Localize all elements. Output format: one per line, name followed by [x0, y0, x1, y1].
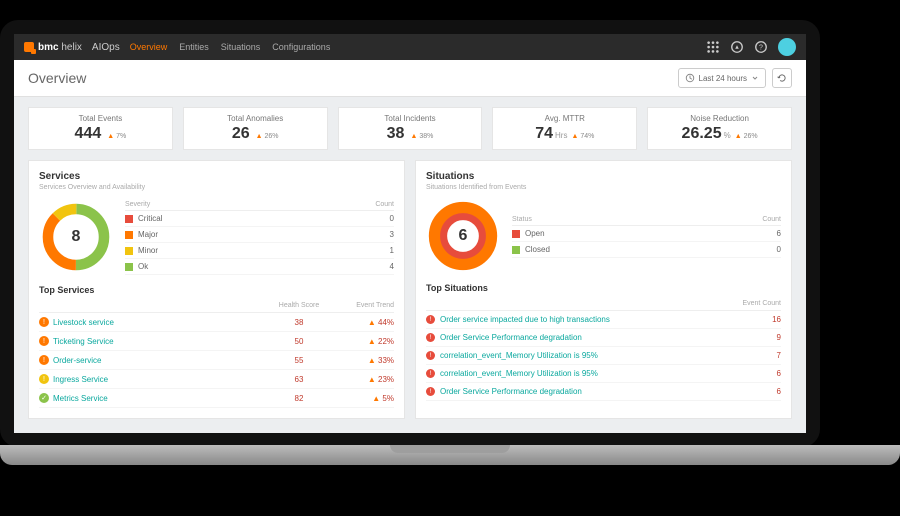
kpi-label: Noise Reduction [652, 114, 787, 123]
kpi-card: Noise Reduction 26.25%▲ 26% [647, 107, 792, 150]
help-icon[interactable]: ? [754, 40, 768, 54]
legend-row: Major3 [125, 227, 394, 243]
services-donut: 8 [39, 200, 113, 274]
kpi-card: Total Anomalies 26 ▲ 26% [183, 107, 328, 150]
apps-icon[interactable] [706, 40, 720, 54]
kpi-value: 26.25 [682, 125, 722, 143]
page-header: Overview Last 24 hours [14, 60, 806, 97]
user-avatar[interactable] [778, 38, 796, 56]
status-icon: ! [39, 374, 49, 384]
top-situations-title: Top Situations [426, 283, 781, 293]
status-icon: ✓ [39, 393, 49, 403]
legend-row: Closed0 [512, 242, 781, 258]
brand-text-2: helix [61, 42, 82, 53]
service-row[interactable]: !Ingress Service63▲ 23% [39, 370, 394, 389]
clock-icon [685, 73, 695, 83]
service-row[interactable]: !Ticketing Service50▲ 22% [39, 332, 394, 351]
top-services-title: Top Services [39, 285, 394, 295]
kpi-value: 38 [387, 125, 405, 143]
compass-icon[interactable] [730, 40, 744, 54]
kpi-label: Avg. MTTR [497, 114, 632, 123]
svg-text:?: ? [759, 45, 763, 52]
situations-panel: Situations Situations Identified from Ev… [415, 160, 792, 419]
situation-row[interactable]: !correlation_event_Memory Utilization is… [426, 347, 781, 365]
nav-tab-situations[interactable]: Situations [221, 42, 261, 52]
brand-logo: bmc helix [24, 42, 82, 53]
kpi-value: 444 [75, 125, 102, 143]
alert-icon: ! [426, 387, 435, 396]
status-icon: ! [39, 336, 49, 346]
kpi-value: 74 [535, 125, 553, 143]
legend-row: Open6 [512, 226, 781, 242]
kpi-label: Total Anomalies [188, 114, 323, 123]
services-donut-value: 8 [39, 200, 113, 274]
services-subtitle: Services Overview and Availability [39, 184, 394, 191]
nav-tabs: Overview Entities Situations Configurations [130, 42, 331, 52]
kpi-card: Avg. MTTR 74Hrs▲ 74% [492, 107, 637, 150]
kpi-card: Total Incidents 38 ▲ 38% [338, 107, 483, 150]
kpi-card: Total Events 444 ▲ 7% [28, 107, 173, 150]
refresh-button[interactable] [772, 68, 792, 88]
legend-row: Critical0 [125, 211, 394, 227]
kpi-delta: ▲ 26% [735, 133, 758, 140]
kpi-label: Total Incidents [343, 114, 478, 123]
refresh-icon [777, 73, 787, 83]
brand-text-1: bmc [38, 42, 59, 53]
nav-tab-configurations[interactable]: Configurations [272, 42, 330, 52]
legend-row: Minor1 [125, 243, 394, 259]
situations-donut-value: 6 [426, 199, 500, 273]
situations-legend: StatusCount Open6Closed0 [512, 214, 781, 258]
kpi-delta: ▲ 74% [571, 133, 594, 140]
situation-row[interactable]: !Order service impacted due to high tran… [426, 311, 781, 329]
kpi-label: Total Events [33, 114, 168, 123]
situation-row[interactable]: !Order Service Performance degradation9 [426, 329, 781, 347]
services-panel: Services Services Overview and Availabil… [28, 160, 405, 419]
kpi-row: Total Events 444 ▲ 7% Total Anomalies 26 ▲ … [14, 97, 806, 160]
legend-row: Ok4 [125, 259, 394, 275]
kpi-delta: ▲ 38% [410, 133, 433, 140]
alert-icon: ! [426, 315, 435, 324]
time-range-label: Last 24 hours [699, 74, 747, 83]
kpi-value: 26 [232, 125, 250, 143]
services-legend: SeverityCount Critical0Major3Minor1Ok4 [125, 199, 394, 275]
nav-tab-entities[interactable]: Entities [179, 42, 209, 52]
top-navbar: bmc helix AIOps Overview Entities Situatio… [14, 34, 806, 60]
kpi-delta: ▲ 7% [107, 133, 126, 140]
alert-icon: ! [426, 369, 435, 378]
page-title: Overview [28, 70, 86, 86]
status-icon: ! [39, 355, 49, 365]
nav-tab-overview[interactable]: Overview [130, 42, 168, 52]
kpi-delta: ▲ 26% [256, 133, 279, 140]
service-row[interactable]: ✓Metrics Service82▲ 5% [39, 389, 394, 408]
services-title: Services [39, 171, 394, 182]
situations-subtitle: Situations Identified from Events [426, 184, 781, 191]
app-name: AIOps [92, 42, 120, 53]
service-row[interactable]: !Livestock service38▲ 44% [39, 313, 394, 332]
service-row[interactable]: !Order-service55▲ 33% [39, 351, 394, 370]
situations-donut: 6 [426, 199, 500, 273]
situations-title: Situations [426, 171, 781, 182]
situation-row[interactable]: !Order Service Performance degradation6 [426, 383, 781, 401]
chevron-down-icon [751, 74, 759, 82]
laptop-frame-base [0, 445, 900, 465]
status-icon: ! [39, 317, 49, 327]
alert-icon: ! [426, 333, 435, 342]
alert-icon: ! [426, 351, 435, 360]
situation-row[interactable]: !correlation_event_Memory Utilization is… [426, 365, 781, 383]
time-range-picker[interactable]: Last 24 hours [678, 68, 766, 88]
